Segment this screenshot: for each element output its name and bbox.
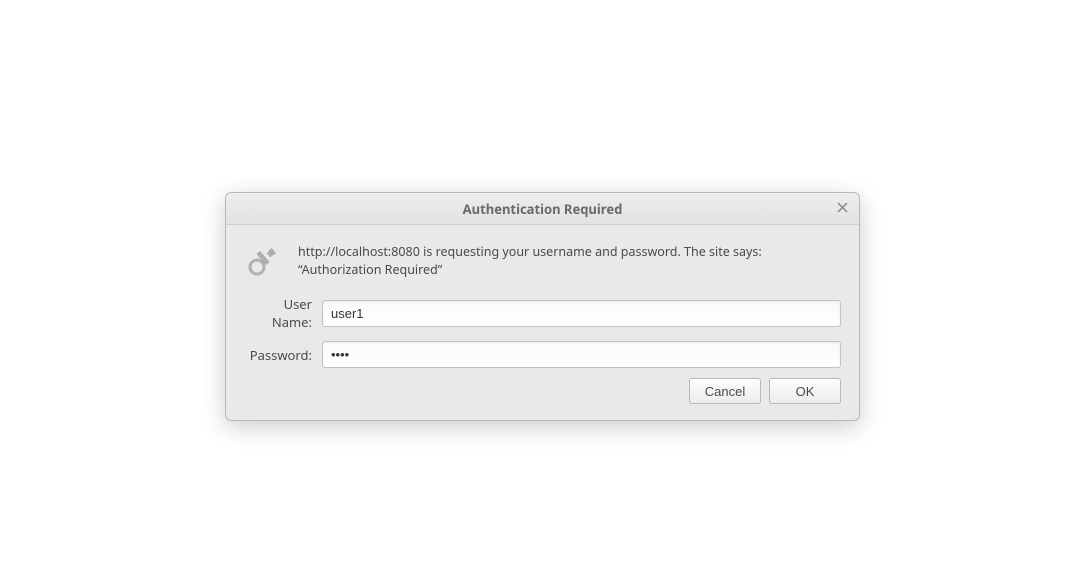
password-label: Password: bbox=[244, 346, 322, 364]
dialog-titlebar: Authentication Required bbox=[226, 193, 859, 225]
dialog-title: Authentication Required bbox=[463, 200, 623, 218]
message-row: http://localhost:8080 is requesting your… bbox=[244, 241, 841, 281]
password-input[interactable] bbox=[322, 341, 841, 368]
password-row: Password: bbox=[244, 341, 841, 368]
username-row: User Name: bbox=[244, 295, 841, 331]
button-row: Cancel OK bbox=[244, 378, 841, 404]
authentication-dialog: Authentication Required bbox=[225, 192, 860, 421]
ok-button[interactable]: OK bbox=[769, 378, 841, 404]
dialog-body: http://localhost:8080 is requesting your… bbox=[226, 225, 859, 420]
username-input[interactable] bbox=[322, 300, 841, 327]
close-button[interactable] bbox=[833, 200, 851, 218]
cancel-button[interactable]: Cancel bbox=[689, 378, 761, 404]
close-icon bbox=[837, 201, 848, 216]
dialog-message: http://localhost:8080 is requesting your… bbox=[298, 241, 841, 278]
key-icon bbox=[244, 241, 284, 281]
username-label: User Name: bbox=[244, 295, 322, 331]
